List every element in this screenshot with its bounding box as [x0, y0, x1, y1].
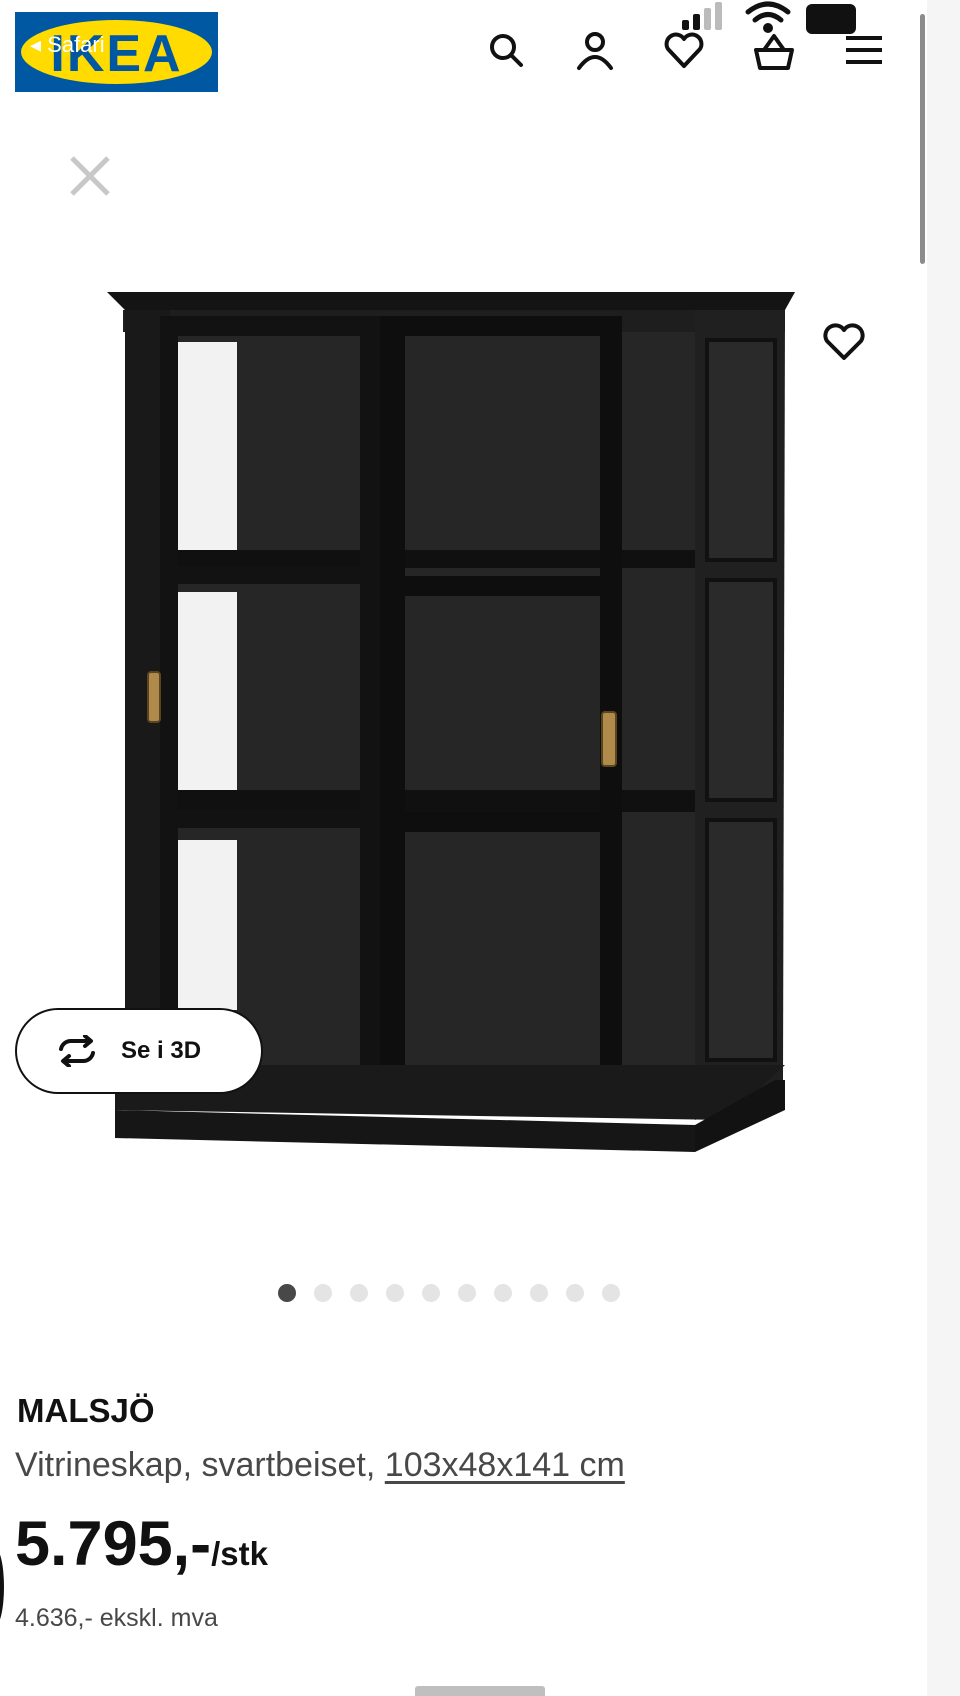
pager-dot[interactable]: [422, 1284, 440, 1302]
pager-dot[interactable]: [350, 1284, 368, 1302]
view-3d-button[interactable]: Se i 3D: [15, 1008, 263, 1094]
search-icon[interactable]: [484, 28, 528, 72]
heart-icon[interactable]: [662, 28, 706, 72]
product-dimensions-link[interactable]: 103x48x141 cm: [385, 1446, 625, 1484]
edge-element: [0, 1548, 4, 1626]
pager-dot[interactable]: [494, 1284, 512, 1302]
pager-dot[interactable]: [602, 1284, 620, 1302]
price-value: 5.795,-: [15, 1509, 212, 1579]
status-time: 20:55: [108, 0, 190, 17]
pager-dot[interactable]: [530, 1284, 548, 1302]
pager-dot[interactable]: [278, 1284, 296, 1302]
user-icon[interactable]: [573, 28, 617, 72]
product-type: Vitrineskap, svartbeiset,: [15, 1446, 385, 1484]
favorite-icon[interactable]: [820, 318, 868, 366]
close-icon[interactable]: [66, 152, 114, 200]
pager-dot[interactable]: [458, 1284, 476, 1302]
page-edge: [927, 0, 960, 1696]
scrollbar[interactable]: [920, 14, 925, 264]
bottom-handle[interactable]: [415, 1686, 545, 1696]
price-excl-vat: 4.636,- ekskl. mva: [15, 1604, 218, 1632]
rotate-3d-icon: [55, 1034, 99, 1068]
basket-icon[interactable]: [752, 28, 796, 72]
pager-dot[interactable]: [386, 1284, 404, 1302]
price-unit: /stk: [211, 1535, 269, 1572]
product-description: Vitrineskap, svartbeiset, 103x48x141 cm: [15, 1446, 625, 1485]
pager-dot[interactable]: [566, 1284, 584, 1302]
image-pager: [278, 1284, 638, 1302]
back-to-safari[interactable]: ◂ Safari: [30, 32, 105, 58]
pager-dot[interactable]: [314, 1284, 332, 1302]
product-name: MALSJÖ: [17, 1392, 155, 1429]
view-3d-label: Se i 3D: [121, 1037, 202, 1064]
product-price: 5.795,-/stk: [15, 1508, 268, 1580]
menu-icon[interactable]: [842, 28, 886, 72]
